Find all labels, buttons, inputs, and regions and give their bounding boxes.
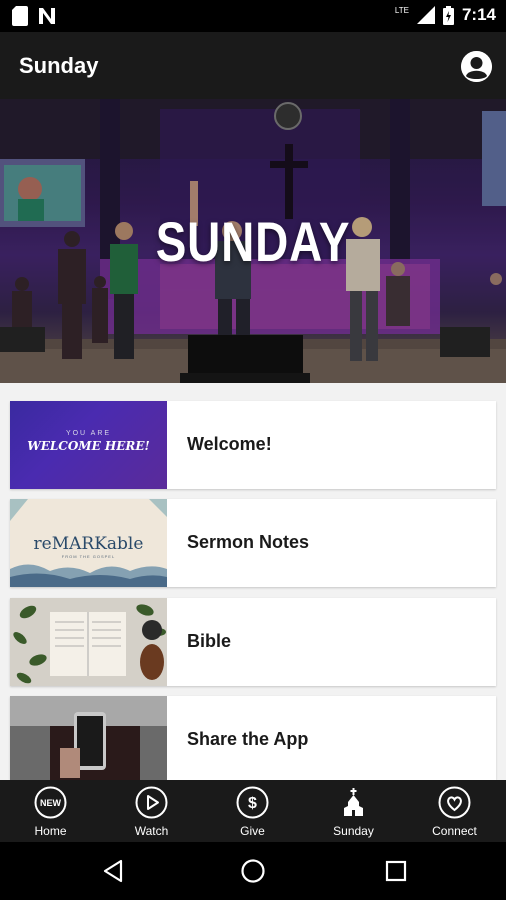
nav-give[interactable]: $ Give [202, 780, 303, 842]
new-badge-text: NEW [40, 798, 62, 808]
system-navigation-bar [0, 842, 506, 900]
recents-icon[interactable] [385, 860, 407, 882]
home-icon[interactable] [240, 858, 266, 884]
nav-sunday[interactable]: Sunday [303, 780, 404, 842]
welcome-thumb-line2: WELCOME HERE! [27, 439, 150, 453]
nav-home[interactable]: NEW Home [0, 780, 101, 842]
profile-button[interactable] [461, 51, 492, 82]
network-type: LTE [394, 5, 409, 15]
n-logo-icon [39, 8, 55, 24]
nav-watch[interactable]: Watch [101, 780, 202, 842]
card-label: Share the App [187, 729, 309, 749]
card-share-app[interactable]: Share the App [10, 696, 496, 780]
remarkable-subtitle: FROM THE GOSPEL [61, 554, 116, 559]
heart-circle-icon [438, 786, 471, 819]
card-welcome[interactable]: YOU ARE WELCOME HERE! Welcome! [10, 401, 496, 489]
new-badge-icon: NEW [34, 786, 67, 819]
welcome-thumbnail: YOU ARE WELCOME HERE! [10, 401, 167, 489]
account-circle-icon [461, 51, 492, 82]
bible-thumbnail [10, 598, 167, 686]
open-bible-image [10, 598, 167, 686]
remarkable-title: reMARKable [33, 534, 144, 554]
signal-icon [416, 6, 435, 24]
card-label: Bible [187, 631, 232, 651]
page-title: Sunday [19, 53, 99, 78]
nav-label: Give [240, 824, 265, 838]
play-circle-icon [135, 786, 168, 819]
dollar-symbol: $ [248, 795, 257, 812]
status-bar: LTE 7:14 [0, 0, 506, 32]
app-bar: Sunday [0, 32, 506, 99]
hero-banner: SUNDAY [0, 99, 506, 383]
back-icon[interactable] [101, 859, 125, 883]
church-icon [344, 788, 363, 816]
nav-label: Connect [432, 824, 477, 838]
card-label: Welcome! [187, 434, 272, 454]
hand-holding-phone-image [10, 696, 167, 780]
sermon-notes-thumbnail: reMARKable FROM THE GOSPEL [10, 499, 167, 587]
card-sermon-notes[interactable]: reMARKable FROM THE GOSPEL Sermon Notes [10, 499, 496, 587]
welcome-thumb-line1: YOU ARE [65, 430, 112, 437]
nav-connect[interactable]: Connect [404, 780, 505, 842]
nav-label: Sunday [333, 824, 374, 838]
share-app-thumbnail [10, 696, 167, 780]
dollar-circle-icon: $ [236, 786, 269, 819]
card-bible[interactable]: Bible [10, 598, 496, 686]
nav-label: Home [34, 824, 67, 838]
sd-card-icon [12, 6, 28, 26]
nav-label: Watch [134, 824, 169, 838]
card-label: Sermon Notes [187, 532, 310, 552]
bottom-navigation: NEW Home Watch $ Give Sunday Connect [0, 780, 506, 842]
battery-icon [442, 5, 454, 25]
hero-title: SUNDAY [155, 210, 351, 273]
clock: 7:14 [461, 5, 496, 24]
